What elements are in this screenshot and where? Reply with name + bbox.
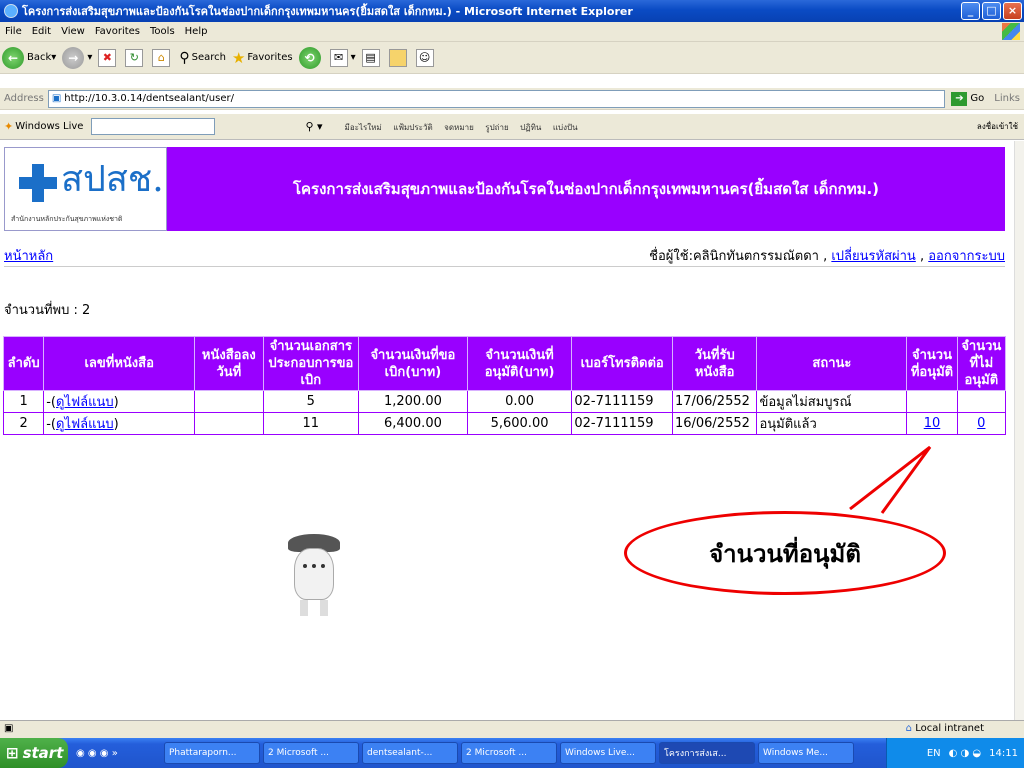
windows-flag-icon: ⊞ <box>6 744 19 762</box>
vertical-scrollbar[interactable] <box>1014 141 1024 720</box>
windows-live-icon: ✦ <box>4 120 14 133</box>
page-content: สปสช. สำนักงานหลักประกันสุขภาพแห่งชาติ โ… <box>0 141 1014 720</box>
print-button[interactable]: ▤ <box>361 48 383 67</box>
stop-button[interactable]: ✖ <box>98 48 119 67</box>
history-icon: ⟲ <box>298 46 321 69</box>
links-button[interactable]: Links <box>990 93 1024 104</box>
menu-bar: File Edit View Favorites Tools Help <box>0 22 1024 42</box>
system-tray: EN ◐ ◑ ◒ 14:11 <box>886 738 1024 768</box>
close-button[interactable]: × <box>1003 2 1022 20</box>
stop-icon: ✖ <box>98 48 117 67</box>
print-icon: ▤ <box>361 48 380 67</box>
menu-help[interactable]: Help <box>180 26 213 37</box>
back-button[interactable]: ← Back ▾ <box>2 46 56 69</box>
favorites-button[interactable]: ★ Favorites <box>232 49 293 67</box>
security-zone: ⌂ Local intranet <box>905 723 984 734</box>
menu-edit[interactable]: Edit <box>27 26 56 37</box>
wl-link-profile[interactable]: แฟ้มประวัติ <box>393 123 432 132</box>
task-button[interactable]: Windows Me... <box>758 742 854 764</box>
search-icon: ⚲ <box>179 49 190 66</box>
task-button-active[interactable]: โครงการส่งเส... <box>659 742 755 764</box>
task-button[interactable]: Phattaraporn... <box>164 742 260 764</box>
address-bar: Address ▣ http://10.3.0.14/dentsealant/u… <box>0 88 1024 110</box>
toolbar: ← Back ▾ → ▾ ✖ ↻ ⌂ ⚲ Search ★ Favorites ⟲ ✉ ▾… <box>0 42 1024 74</box>
windows-live-search-input[interactable] <box>91 118 216 135</box>
go-arrow-icon: ➔ <box>951 91 968 106</box>
quick-launch: ◉ ◉ ◉ » <box>68 748 164 759</box>
wl-link-calendar[interactable]: ปฏิทิน <box>520 123 541 132</box>
search-button[interactable]: ⚲ Search <box>179 50 226 66</box>
task-button[interactable]: Windows Live... <box>560 742 656 764</box>
wl-link-share[interactable]: แบ่งปัน <box>553 123 578 132</box>
back-arrow-icon: ← <box>2 46 24 69</box>
wl-link-mail[interactable]: จดหมาย <box>444 123 474 132</box>
windows-live-search-icon[interactable]: ⚲ ▾ <box>305 120 322 133</box>
task-button[interactable]: 2 Microsoft ... <box>263 742 359 764</box>
start-button[interactable]: ⊞ start <box>0 738 68 768</box>
star-icon: ★ <box>231 48 246 67</box>
windows-live-links: มีอะไรใหม่ แฟ้มประวัติ จดหมาย รูปถ่าย ปฏ… <box>337 120 578 134</box>
menu-tools[interactable]: Tools <box>145 26 180 37</box>
go-button[interactable]: ➔ Go <box>951 91 984 106</box>
mail-button[interactable]: ✉ ▾ <box>329 48 356 67</box>
task-button[interactable]: 2 Microsoft ... <box>461 742 557 764</box>
callout-text: จำนวนที่อนุมัติ <box>709 539 861 568</box>
window-title: โครงการส่งเสริมสุขภาพและป้องกันโรคในช่อง… <box>22 5 633 18</box>
taskbar: ⊞ start ◉ ◉ ◉ » Phattaraporn... 2 Microso… <box>0 738 1024 768</box>
task-button[interactable]: dentsealant-... <box>362 742 458 764</box>
address-label: Address <box>4 93 44 104</box>
callout-pointer <box>849 445 932 514</box>
menu-favorites[interactable]: Favorites <box>90 26 145 37</box>
messenger-button[interactable]: ☺ <box>415 48 437 67</box>
clock: 14:11 <box>989 747 1018 759</box>
maximize-button[interactable]: □ <box>982 2 1001 20</box>
history-button[interactable]: ⟲ <box>298 46 324 69</box>
quick-launch-icons[interactable]: ◉ ◉ ◉ » <box>76 748 118 759</box>
windows-logo-icon <box>1002 23 1020 40</box>
wl-link-photos[interactable]: รูปถ่าย <box>485 123 508 132</box>
refresh-button[interactable]: ↻ <box>125 48 146 67</box>
home-icon: ⌂ <box>152 48 171 67</box>
menu-view[interactable]: View <box>56 26 90 37</box>
ie-icon <box>4 4 18 18</box>
folder-button[interactable] <box>388 48 410 67</box>
folder-icon <box>388 48 407 67</box>
messenger-icon: ☺ <box>415 48 434 67</box>
status-bar: ▣ ⌂ Local intranet <box>0 720 1024 738</box>
page-icon: ▣ <box>51 93 62 104</box>
minimize-button[interactable]: _ <box>961 2 980 20</box>
windows-live-toolbar: ✦ Windows Live ⚲ ▾ มีอะไรใหม่ แฟ้มประวัต… <box>0 114 1024 140</box>
forward-button[interactable]: → ▾ <box>62 46 92 69</box>
forward-arrow-icon: → <box>62 46 85 69</box>
wl-signin[interactable]: ลงชื่อเข้าใช้ <box>977 120 1018 133</box>
refresh-icon: ↻ <box>125 48 144 67</box>
mail-icon: ✉ <box>329 48 348 67</box>
address-url: http://10.3.0.14/dentsealant/user/ <box>64 93 234 104</box>
tooth-mascot-image <box>282 534 346 618</box>
menu-file[interactable]: File <box>0 26 27 37</box>
wl-link-new[interactable]: มีอะไรใหม่ <box>345 123 382 132</box>
intranet-icon: ⌂ <box>905 723 913 734</box>
window-title-bar: โครงการส่งเสริมสุขภาพและป้องกันโรคในช่อง… <box>0 0 1024 22</box>
windows-live-label: Windows Live <box>15 121 84 132</box>
address-input[interactable]: ▣ http://10.3.0.14/dentsealant/user/ <box>47 89 946 108</box>
home-button[interactable]: ⌂ <box>152 48 173 67</box>
page-status-icon: ▣ <box>4 723 14 734</box>
approved-count-callout: จำนวนที่อนุมัติ <box>624 511 946 595</box>
tray-icons[interactable]: ◐ ◑ ◒ <box>949 748 982 759</box>
language-indicator[interactable]: EN <box>927 748 941 759</box>
